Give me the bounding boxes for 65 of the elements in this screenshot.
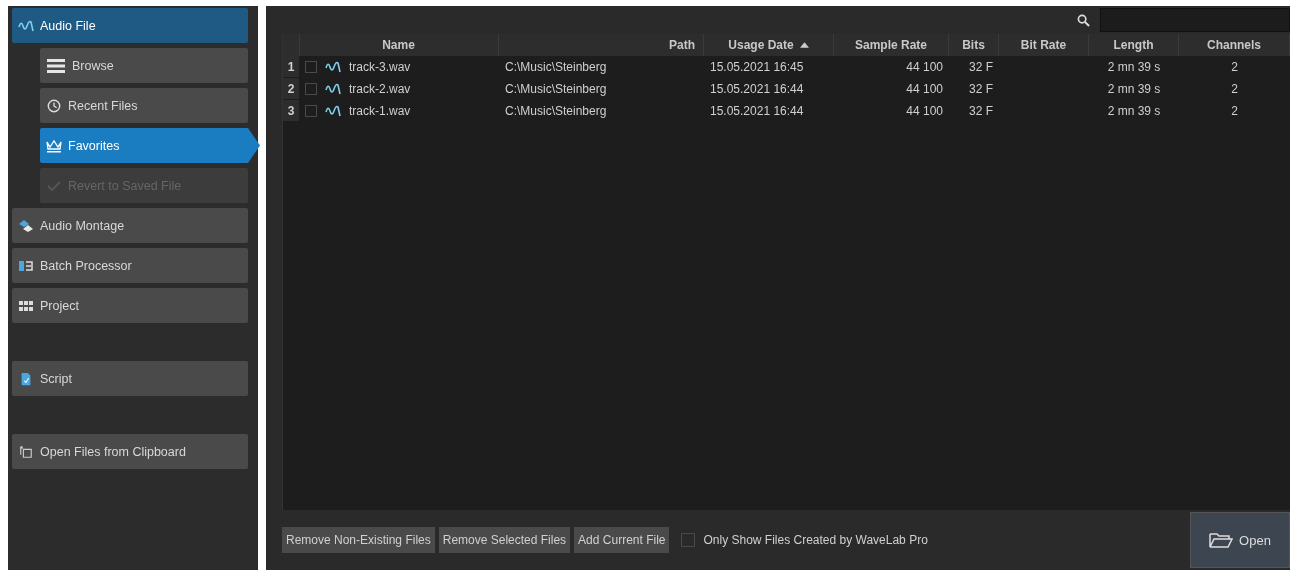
row-number: 2 [283,78,299,100]
stacked-layers-icon [18,218,34,233]
table-cell: 44 100 [906,104,943,118]
action-button[interactable]: Remove Non-Existing Files [282,527,435,553]
table-cell: C:\Music\Steinberg [505,60,607,74]
sidebar-item[interactable]: Audio Montage [12,208,248,243]
sidebar-item[interactable]: Favorites [40,128,260,163]
column-header[interactable]: Usage Date [704,34,834,56]
table-cell: track-3.wav [349,60,411,74]
copy-icon [18,444,34,459]
waveform-icon [18,18,34,33]
column-header[interactable]: Path [499,34,704,56]
table-cell: 2 mn 39 s [1107,60,1161,74]
table-cell: 15.05.2021 16:45 [710,60,804,74]
batch-icon [18,258,34,273]
column-header[interactable]: Bits [949,34,999,56]
search-field[interactable] [1100,8,1290,32]
table-cell: 15.05.2021 16:44 [710,82,804,96]
list-icon [46,57,66,74]
sidebar-item[interactable]: Audio File [12,8,248,43]
table-cell: 2 [1231,82,1238,96]
sidebar-item[interactable]: Recent Files [40,88,248,123]
waveform-icon [325,61,341,73]
table-cell: C:\Music\Steinberg [505,104,607,118]
table-cell: track-1.wav [349,104,411,118]
table-cell: 32 F [969,60,993,74]
sidebar-item[interactable]: Script [12,361,248,396]
row-number: 3 [283,100,299,122]
table-cell: 15.05.2021 16:44 [710,104,804,118]
row-number: 1 [283,56,299,78]
clock-icon [46,98,62,113]
sidebar-item[interactable]: Open Files from Clipboard [12,434,248,469]
column-header[interactable]: Channels [1179,34,1290,56]
row-checkbox[interactable] [305,105,317,117]
column-header[interactable]: Sample Rate [834,34,949,56]
waveform-icon [325,83,341,95]
table-cell: 2 mn 39 s [1107,82,1161,96]
search-icon [1077,13,1090,27]
table-cell: 2 [1231,60,1238,74]
row-checkbox[interactable] [305,61,317,73]
table-cell: 44 100 [906,82,943,96]
sort-ascending-icon [799,42,809,48]
checkbox-label: Only Show Files Created by WaveLab Pro [703,533,928,547]
sidebar-item[interactable]: Browse [40,48,248,83]
column-header[interactable]: Name [299,34,499,56]
grid-icon [18,298,34,313]
action-button[interactable]: Remove Selected Files [438,527,571,553]
column-header[interactable]: Length [1089,34,1179,56]
table-cell: 44 100 [906,60,943,74]
checkbox[interactable] [681,533,696,547]
waveform-icon [325,105,341,117]
action-button[interactable]: Add Current File [574,527,670,553]
open-button[interactable]: Open [1190,512,1290,568]
table-cell: 32 F [969,104,993,118]
row-checkbox[interactable] [305,83,317,95]
table-cell: C:\Music\Steinberg [505,82,607,96]
crown-icon [46,138,62,153]
folder-icon [1209,531,1234,549]
table-cell: track-2.wav [349,82,411,96]
column-header[interactable]: Bit Rate [999,34,1089,56]
table-cell: 2 mn 39 s [1107,104,1161,118]
table-cell: 2 [1231,104,1238,118]
sidebar-item[interactable]: Project [12,288,248,323]
table-cell: 32 F [969,82,993,96]
sidebar-item[interactable]: Batch Processor [12,248,248,283]
